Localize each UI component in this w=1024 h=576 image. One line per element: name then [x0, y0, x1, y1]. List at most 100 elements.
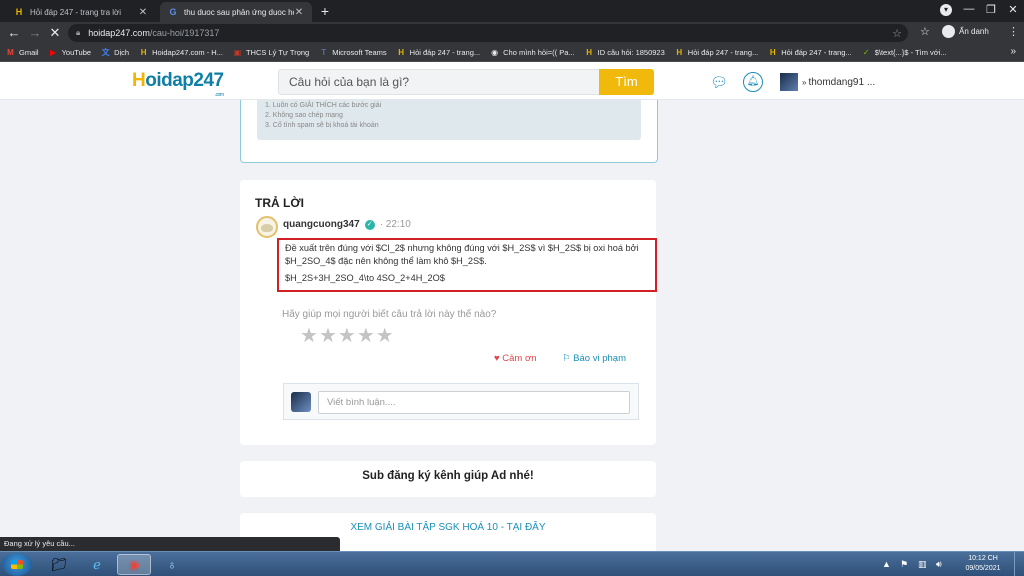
star-rating[interactable]: ★ ★ ★ ★ ★ — [300, 326, 395, 346]
bookmark-item[interactable]: H ID câu hỏi: 1850923 — [585, 48, 665, 57]
author-name[interactable]: quangcuong347 — [283, 219, 360, 230]
star-icon[interactable]: ★ — [338, 326, 356, 346]
star-icon[interactable]: ☆ — [920, 25, 930, 38]
lock-icon[interactable]: 🔒︎ — [76, 28, 80, 38]
chrome-icon[interactable]: ◉ — [117, 554, 151, 575]
avatar[interactable] — [256, 216, 278, 238]
answer-text: Đề xuất trên đúng với $Cl_2$ nhưng không… — [285, 243, 639, 266]
hoidap-favicon-icon: H — [15, 7, 23, 17]
close-tab-icon[interactable]: ✕ — [138, 7, 148, 18]
bookmark-item[interactable]: T Microsoft Teams — [319, 48, 386, 57]
bookmark-item[interactable]: H Hỏi đáp 247 - trang... — [675, 48, 758, 57]
flag-tray-icon[interactable]: ⚑ — [900, 559, 908, 570]
close-window-icon[interactable]: ✕ — [1002, 3, 1024, 16]
bookmark-label: THCS Lý Tự Trọng — [245, 48, 310, 57]
address-bar[interactable]: 🔒︎ hoidap247.com /cau-hoi/1917317 ☆ — [68, 24, 908, 42]
tab-google-search[interactable]: G thu duoc sau phản ứng duoc hỏi ✕ — [160, 2, 312, 22]
thanks-button[interactable]: ♥ Cảm ơn — [494, 353, 537, 364]
taskbar-clock[interactable]: 10:12 CH 09/05/2021 — [962, 554, 1004, 574]
search-input[interactable]: Câu hỏi của bạn là gì? — [278, 69, 600, 95]
bookmark-label: Hoidap247.com - H... — [152, 48, 223, 57]
tab-hoidap[interactable]: H Hỏi đáp 247 - trang tra lời ✕ — [6, 2, 156, 22]
browser-status-bar: Đang xử lý yêu cầu... — [0, 537, 340, 551]
internet-explorer-icon[interactable]: ℯ — [80, 554, 114, 575]
bookmark-favicon-icon: ◉ — [491, 48, 499, 57]
rating-prompt: Hãy giúp mọi người biết câu trả lời này … — [282, 309, 497, 320]
bookmark-favicon-icon: ✓ — [862, 48, 870, 57]
bookmark-item[interactable]: H Hoidap247.com - H... — [139, 48, 223, 57]
more-bookmarks-icon[interactable]: » — [1010, 46, 1016, 57]
thanks-label: Cảm ơn — [502, 353, 537, 364]
user-menu[interactable]: » thomdang91 ... — [780, 73, 875, 91]
tray-up-arrow-icon[interactable]: ▲ — [882, 559, 891, 569]
star-icon[interactable]: ★ — [300, 326, 318, 346]
clock-time: 10:12 CH — [968, 555, 998, 562]
close-tab-icon[interactable]: ✕ — [294, 7, 304, 18]
tab-search-icon[interactable]: ▾ — [940, 4, 952, 16]
chevron-down-icon: » — [802, 77, 807, 87]
menu-dots-icon[interactable]: ⋮ — [1008, 25, 1019, 38]
comment-input[interactable]: Viết bình luận.... — [318, 391, 630, 414]
back-arrow-icon[interactable]: ← — [6, 25, 22, 41]
file-explorer-icon[interactable]: 📁︎ — [42, 554, 76, 575]
search-button[interactable]: Tìm — [599, 69, 654, 95]
volume-icon[interactable]: 🔊︎ — [936, 559, 942, 570]
subscribe-banner[interactable]: Sub đăng ký kênh giúp Ad nhé! — [240, 461, 656, 497]
bookmark-label: Hỏi đáp 247 - trang... — [687, 48, 759, 57]
bookmark-item[interactable]: ▣ THCS Lý Tự Trọng — [233, 48, 310, 57]
bookmark-label: YouTube — [61, 48, 92, 57]
answer-author: quangcuong347 ✓ · 22:10 — [283, 219, 411, 230]
bookmark-favicon-icon: ▣ — [233, 48, 242, 57]
incognito-label: Ẩn danh — [959, 27, 989, 36]
maximize-icon[interactable]: ❐ — [980, 3, 1002, 16]
bookmark-item[interactable]: H Hỏi đáp 247 - trang... — [768, 48, 852, 57]
bookmark-favicon-icon: H — [676, 48, 683, 57]
bookmark-label: Dịch — [114, 48, 130, 57]
bookmark-favicon-icon: H — [140, 48, 147, 57]
bookmark-item[interactable]: H Hỏi đáp 247 - trang... — [397, 48, 480, 57]
bookmark-star-icon[interactable]: ☆ — [892, 27, 902, 40]
bookmark-item[interactable]: M Gmail — [6, 48, 38, 57]
bookmark-favicon-icon: 文 — [101, 48, 110, 57]
browser-toolbar: ← → ✕ 🔒︎ hoidap247.com /cau-hoi/1917317 … — [0, 22, 1024, 44]
incognito-profile[interactable]: Ẩn danh — [942, 25, 989, 38]
bookmark-item[interactable]: ▶ YouTube — [49, 48, 91, 57]
tab-title: thu duoc sau phản ứng duoc hỏi — [184, 7, 294, 17]
star-icon[interactable]: ★ — [376, 326, 394, 346]
bookmark-label: Cho mình hỏi=(( Pa... — [503, 48, 575, 57]
bookmark-favicon-icon: T — [321, 48, 327, 57]
new-tab-button[interactable]: + — [318, 3, 332, 19]
rule-item: 3. Cố tình spam sẽ bị khoá tài khoản — [265, 122, 379, 129]
incognito-icon — [942, 25, 955, 38]
app-icon[interactable]: ♁ — [155, 554, 189, 575]
minimize-icon[interactable]: — — [958, 3, 980, 15]
bookmark-label: Hỏi đáp 247 - trang... — [409, 48, 481, 57]
network-icon[interactable]: ▥ — [918, 559, 927, 570]
report-button[interactable]: ⚐ Báo vi phạm — [562, 353, 626, 364]
tab-title: Hỏi đáp 247 - trang tra lời — [30, 7, 122, 17]
forward-arrow-icon[interactable]: → — [27, 25, 43, 41]
star-icon[interactable]: ★ — [319, 326, 337, 346]
show-desktop-button[interactable] — [1014, 552, 1024, 576]
bookmark-favicon-icon: H — [586, 48, 593, 57]
bookmark-item[interactable]: 文 Dịch — [101, 48, 130, 57]
heart-icon: ♥ — [494, 353, 500, 364]
windows-taskbar: 📁︎ ℯ ◉ ♁ ▲ ⚑ ▥ 🔊︎ 10:12 CH 09/05/2021 — [0, 551, 1024, 576]
verified-badge-icon: ✓ — [364, 219, 375, 230]
answer-heading: TRẢ LỜI — [255, 196, 304, 210]
stop-loading-icon[interactable]: ✕ — [47, 25, 63, 41]
bookmarks-bar: M Gmail ▶ YouTube 文 Dịch H Hoidap247.com - H...… — [0, 44, 1024, 62]
bell-icon[interactable]: 🔔︎ — [743, 72, 763, 92]
chat-icon[interactable]: 💬︎ — [709, 72, 729, 92]
hoidap247-logo[interactable]: Hoidap247 .com — [132, 70, 224, 98]
avatar — [780, 73, 798, 91]
bookmark-item[interactable]: ◉ Cho mình hỏi=(( Pa... — [490, 48, 575, 57]
rule-item: 1. Luôn có GIẢI THÍCH các bước giải — [265, 102, 382, 109]
url-path: /cau-hoi/1917317 — [149, 28, 220, 38]
question-card: 1. Luôn có GIẢI THÍCH các bước giải 2. K… — [240, 100, 658, 163]
bookmark-item[interactable]: ✓ $\text{...}$ - Tìm với... — [862, 48, 947, 57]
bookmark-label: Microsoft Teams — [332, 48, 387, 57]
comment-box: Viết bình luận.... — [283, 383, 639, 420]
star-icon[interactable]: ★ — [357, 326, 375, 346]
start-button[interactable] — [2, 553, 32, 576]
